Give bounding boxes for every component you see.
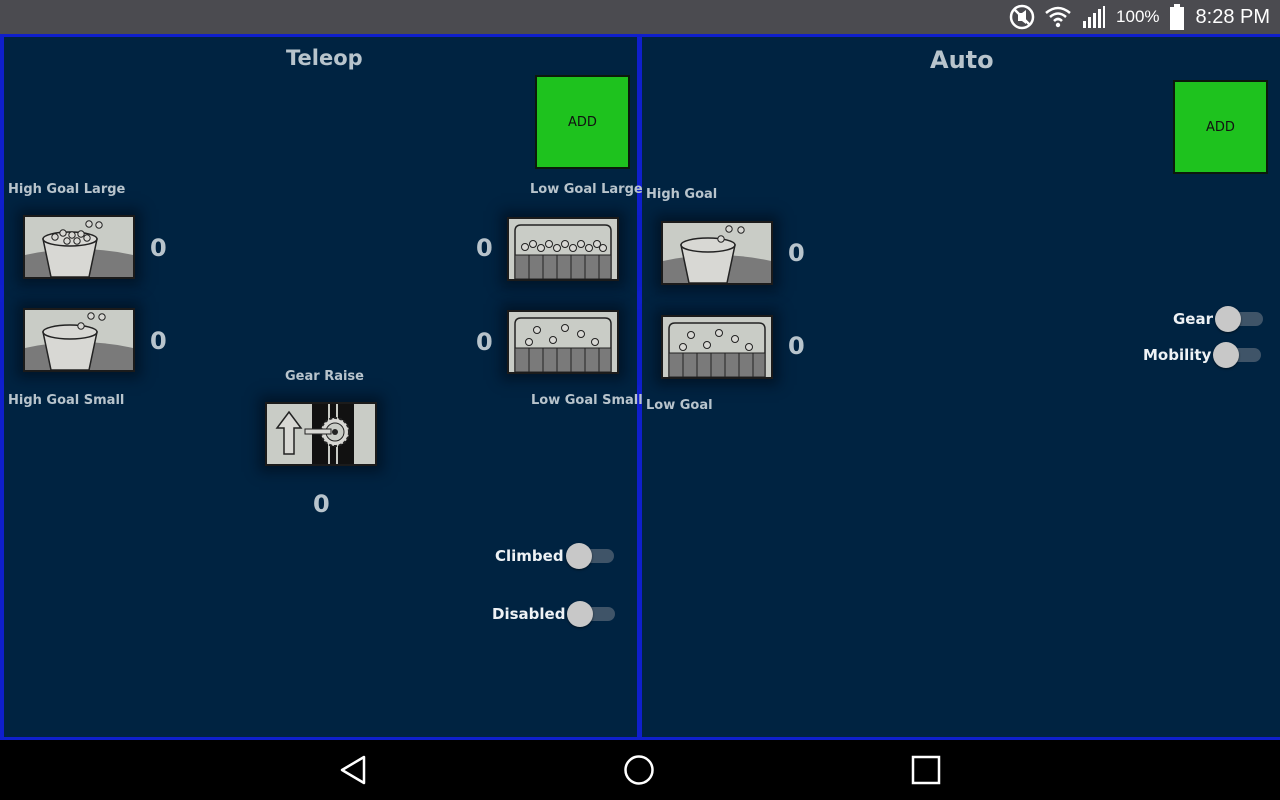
teleop-add-button[interactable]: ADD — [535, 75, 630, 169]
disabled-toggle-row: Disabled — [492, 601, 616, 627]
low-goal-large-button[interactable] — [507, 217, 619, 281]
gear-raise-label: Gear Raise — [285, 369, 364, 384]
recents-icon[interactable] — [906, 752, 946, 788]
auto-low-goal-label: Low Goal — [646, 398, 713, 413]
low-goal-small-label: Low Goal Small — [531, 393, 643, 408]
low-goal-small-count: 0 — [476, 328, 493, 356]
main-area: Teleop ADD High Goal Large Low Goal Larg… — [0, 34, 1280, 740]
auto-high-goal-button[interactable] — [661, 221, 773, 285]
teleop-title: Teleop — [286, 46, 363, 70]
low-goal-large-icon — [509, 219, 617, 279]
gear-raise-count: 0 — [313, 490, 330, 518]
low-goal-large-count: 0 — [476, 234, 493, 262]
climbed-switch[interactable] — [565, 543, 614, 569]
battery-icon — [1168, 3, 1186, 31]
teleop-panel: Teleop ADD High Goal Large Low Goal Larg… — [4, 37, 643, 737]
auto-add-button[interactable]: ADD — [1173, 80, 1268, 174]
auto-high-goal-count: 0 — [788, 239, 805, 267]
low-goal-small-button[interactable] — [507, 310, 619, 374]
high-goal-small-button[interactable] — [23, 308, 135, 372]
gear-toggle-row: Gear — [1173, 306, 1264, 332]
auto-low-goal-button[interactable] — [661, 315, 773, 379]
back-icon[interactable] — [333, 752, 373, 788]
gear-raise-button[interactable] — [265, 402, 377, 466]
gear-label: Gear — [1173, 310, 1214, 328]
disabled-switch[interactable] — [567, 601, 616, 627]
high-goal-small-count: 0 — [150, 327, 167, 355]
disabled-label: Disabled — [492, 605, 566, 623]
navigation-bar — [0, 740, 1280, 800]
high-goal-large-button[interactable] — [23, 215, 135, 279]
battery-percent: 100% — [1116, 7, 1160, 26]
auto-high-goal-label: High Goal — [646, 187, 718, 202]
wifi-icon — [1044, 3, 1072, 31]
climbed-toggle-row: Climbed — [495, 543, 614, 569]
high-goal-large-count: 0 — [150, 234, 167, 262]
mobility-toggle-row: Mobility — [1143, 342, 1262, 368]
climbed-label: Climbed — [495, 547, 564, 565]
status-bar: 100% 8:28 PM — [0, 0, 1280, 34]
auto-low-goal-count: 0 — [788, 332, 805, 360]
auto-high-goal-icon — [663, 223, 771, 283]
auto-low-goal-icon — [663, 317, 771, 377]
gear-switch[interactable] — [1215, 306, 1264, 332]
auto-title: Auto — [930, 46, 994, 74]
gear-raise-icon — [267, 404, 375, 464]
mobility-label: Mobility — [1143, 346, 1212, 364]
mute-icon — [1008, 3, 1036, 31]
signal-icon — [1080, 3, 1108, 31]
auto-panel: Auto ADD High Goal 0 0 Low Goal Gear Mob… — [642, 37, 1280, 737]
high-goal-large-icon — [25, 217, 133, 277]
low-goal-small-icon — [509, 312, 617, 372]
high-goal-small-label: High Goal Small — [8, 393, 125, 408]
home-icon[interactable] — [619, 752, 659, 788]
mobility-switch[interactable] — [1213, 342, 1262, 368]
clock: 8:28 PM — [1195, 5, 1270, 28]
low-goal-large-label: Low Goal Large — [530, 182, 643, 197]
high-goal-small-icon — [25, 310, 133, 370]
high-goal-large-label: High Goal Large — [8, 182, 126, 197]
